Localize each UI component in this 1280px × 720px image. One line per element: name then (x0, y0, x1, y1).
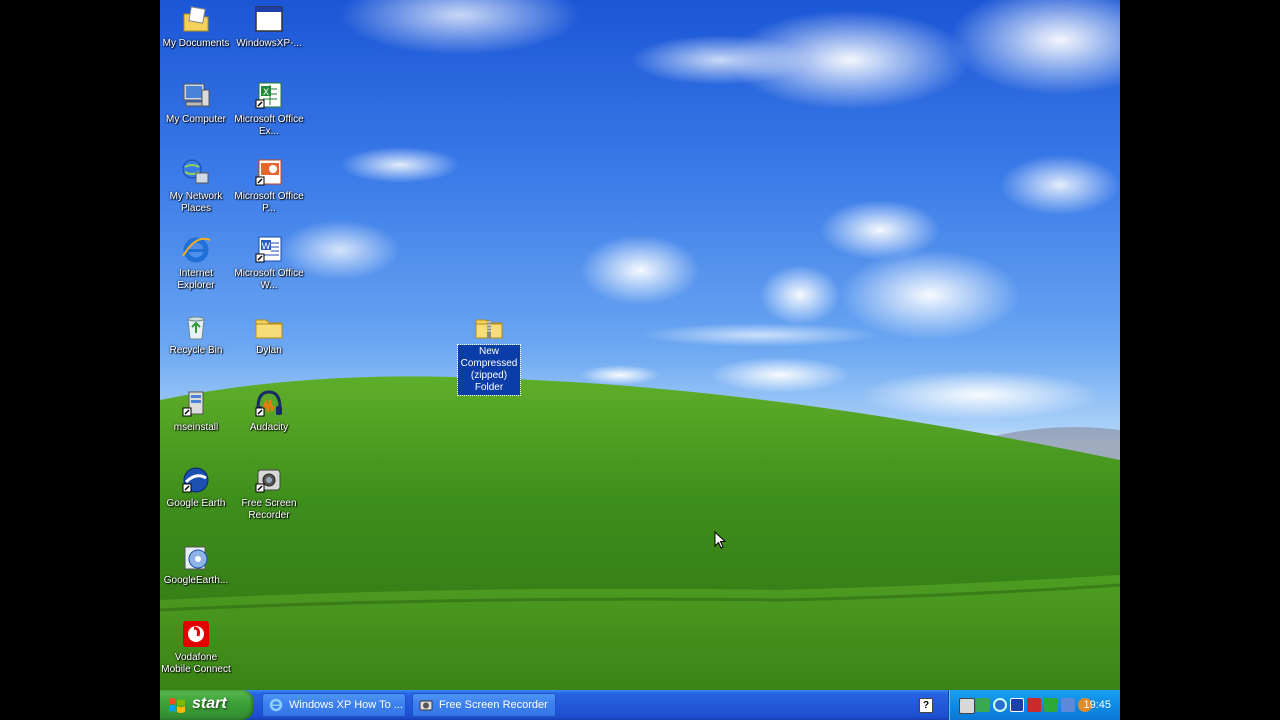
desktop-icon-my-computer[interactable]: My Computer (160, 80, 232, 126)
internet-explorer-icon (182, 237, 211, 263)
desktop-icon-free-screen-recorder[interactable]: Free Screen Recorder (233, 464, 305, 522)
clock[interactable]: 19:45 (1083, 699, 1111, 711)
word-icon: W (255, 236, 282, 263)
windowsxp-shortcut-icon (255, 6, 283, 32)
icon-label: My Computer (165, 114, 226, 125)
icon-label: My Documents (162, 38, 230, 49)
help-icon[interactable]: ? (919, 698, 933, 713)
screen: My Documents My Computer My Network Plac… (160, 0, 1120, 720)
zipped-folder-icon (475, 319, 503, 339)
desktop-icon-google-earth[interactable]: Google Earth (160, 464, 232, 510)
start-label: start (192, 695, 227, 712)
my-documents-icon (183, 6, 209, 32)
icon-label: mseinstall (173, 422, 219, 433)
desktop-icon-google-earth-installer[interactable]: GoogleEarth... (160, 541, 232, 587)
mouse-pointer-icon (714, 531, 726, 549)
desktop[interactable]: My Documents My Computer My Network Plac… (160, 0, 1120, 690)
icon-label: GoogleEarth... (163, 575, 229, 586)
taskbar-button-windows-xp-how-to[interactable]: Windows XP How To ... (262, 693, 406, 717)
desktop-icon-new-compressed-folder[interactable]: New Compressed (zipped) Folder (453, 311, 525, 396)
my-computer-icon (183, 83, 210, 107)
desktop-icon-powerpoint[interactable]: Microsoft Office P... (233, 157, 305, 215)
mseinstall-icon (182, 391, 204, 417)
desktop-icon-excel[interactable]: X Microsoft Office Ex... (233, 80, 305, 138)
desktop-icon-internet-explorer[interactable]: Internet Explorer (160, 234, 232, 292)
task-label: Free Screen Recorder (439, 699, 548, 711)
icon-label-selected[interactable]: New Compressed (zipped) Folder (457, 344, 521, 396)
icon-label: Internet Explorer (177, 268, 215, 291)
camera-icon (419, 700, 433, 711)
desktop-icon-my-network-places[interactable]: My Network Places (160, 157, 232, 215)
taskbar: start Windows XP How To ... Free Screen … (160, 690, 1120, 720)
icon-label: Audacity (249, 422, 289, 433)
desktop-icon-vodafone[interactable]: Vodafone Mobile Connect (160, 618, 232, 676)
windows-logo-icon (169, 698, 185, 713)
icon-label: Microsoft Office P... (234, 191, 304, 214)
icon-label: Free Screen Recorder (241, 498, 297, 521)
start-button[interactable]: start (160, 690, 254, 720)
svg-text:X: X (263, 88, 269, 98)
antivirus-icon[interactable] (976, 698, 990, 712)
search-icon[interactable] (993, 698, 1007, 712)
system-tray: 19:45 (948, 690, 1120, 720)
icon-label: Microsoft Office W... (234, 268, 304, 291)
svg-text:W: W (262, 242, 271, 252)
google-earth-installer-icon (184, 546, 208, 570)
desktop-icon-recycle-bin[interactable]: Recycle Bin (160, 311, 232, 357)
excel-icon: X (255, 82, 282, 109)
icon-label: Recycle Bin (169, 345, 223, 356)
vodafone-icon (183, 621, 209, 647)
free-screen-recorder-icon (255, 469, 281, 493)
desktop-icon-word[interactable]: W Microsoft Office W... (233, 234, 305, 292)
desktop-icon-mseinstall[interactable]: mseinstall (160, 388, 232, 434)
icon-label: Microsoft Office Ex... (234, 114, 304, 137)
desktop-icon-windowsxp-shortcut[interactable]: WindowsXP-... (233, 4, 305, 50)
icon-label: My Network Places (169, 191, 223, 214)
icon-label: Google Earth (166, 498, 226, 509)
recycle-bin-icon (187, 316, 205, 340)
icon-label: WindowsXP-... (236, 38, 302, 49)
google-earth-icon (182, 467, 209, 493)
desktop-icon-my-documents[interactable]: My Documents (160, 4, 232, 50)
security-check-icon[interactable] (1044, 698, 1058, 712)
display-icon[interactable] (1010, 698, 1024, 712)
powerpoint-icon (255, 159, 282, 186)
desktop-icon-audacity[interactable]: Audacity (233, 388, 305, 434)
desktop-icon-dylan[interactable]: Dylan (233, 311, 305, 357)
task-label: Windows XP How To ... (289, 699, 403, 711)
monitor-icon[interactable] (1027, 698, 1041, 712)
icon-label: Vodafone Mobile Connect (161, 652, 231, 675)
taskbar-button-free-screen-recorder[interactable]: Free Screen Recorder (412, 693, 556, 717)
my-network-places-icon (182, 159, 209, 184)
audacity-icon (255, 390, 282, 417)
folder-icon (255, 319, 283, 339)
network-icon[interactable] (959, 698, 975, 714)
connection-icon[interactable] (1061, 698, 1075, 712)
icon-label: Dylan (256, 345, 282, 356)
ie-icon (269, 698, 283, 712)
